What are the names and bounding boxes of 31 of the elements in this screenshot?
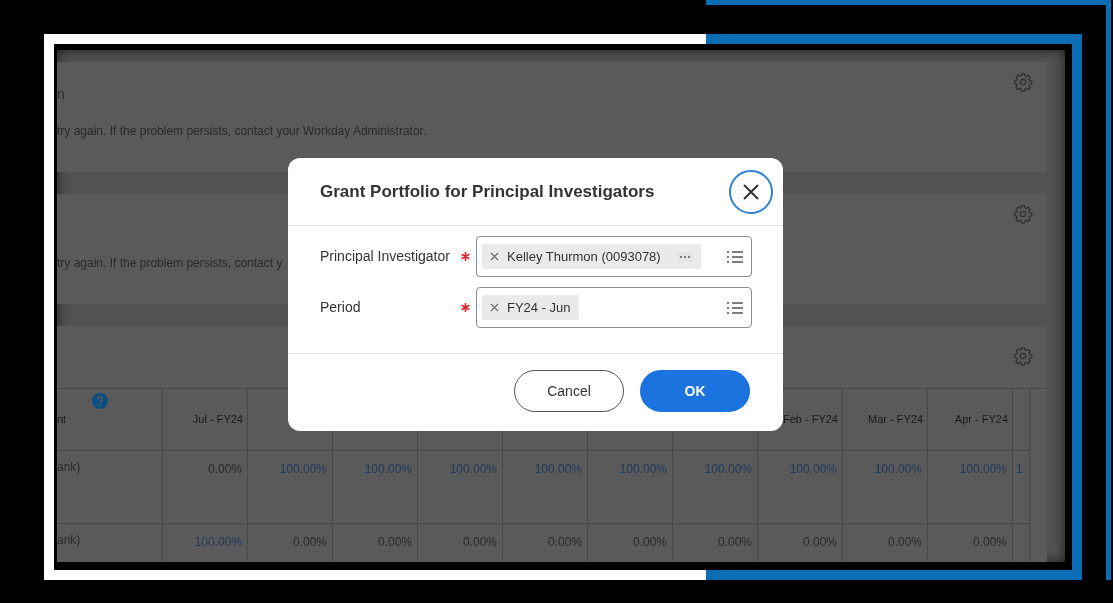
- cancel-button[interactable]: Cancel: [514, 370, 624, 412]
- field-label: Period: [320, 298, 362, 317]
- header-cell: Jul - FY24: [163, 389, 248, 451]
- table-cell[interactable]: 100.00%: [673, 451, 758, 524]
- header-cell: Mar - FY24: [843, 389, 928, 451]
- selected-chip[interactable]: FY24 - Jun: [482, 295, 579, 320]
- ok-button[interactable]: OK: [640, 370, 750, 412]
- table-cell[interactable]: 100.00%: [163, 524, 248, 562]
- table-cell[interactable]: 100.00%: [928, 451, 1013, 524]
- header-cell: Apr - FY24: [928, 389, 1013, 451]
- list-icon[interactable]: [727, 300, 743, 315]
- table-cell[interactable]: 100.00%: [843, 451, 928, 524]
- field-label: Principal Investigator: [320, 247, 451, 266]
- table-cell[interactable]: 100.00%: [503, 451, 588, 524]
- table-cell[interactable]: 100.00%: [248, 451, 333, 524]
- table-cell[interactable]: 100.00%: [758, 451, 843, 524]
- selection-field[interactable]: FY24 - Jun: [476, 287, 752, 328]
- header-cell: nt: [57, 389, 163, 451]
- table-cell[interactable]: 100.00%: [588, 451, 673, 524]
- close-button[interactable]: [729, 169, 773, 214]
- table-cell[interactable]: 1: [1013, 451, 1030, 524]
- close-icon: [742, 182, 760, 201]
- table-cell[interactable]: 100.00%: [418, 451, 503, 524]
- selected-chip[interactable]: Kelley Thurmon (0093078): [482, 244, 701, 269]
- dialog-title: Grant Portfolio for Principal Investigators: [320, 180, 655, 203]
- more-icon[interactable]: [676, 251, 693, 262]
- table-cell[interactable]: 100.00%: [333, 451, 418, 524]
- list-icon[interactable]: [727, 249, 743, 264]
- selection-field[interactable]: Kelley Thurmon (0093078): [476, 236, 752, 277]
- remove-icon[interactable]: [490, 303, 499, 312]
- remove-icon[interactable]: [490, 252, 499, 261]
